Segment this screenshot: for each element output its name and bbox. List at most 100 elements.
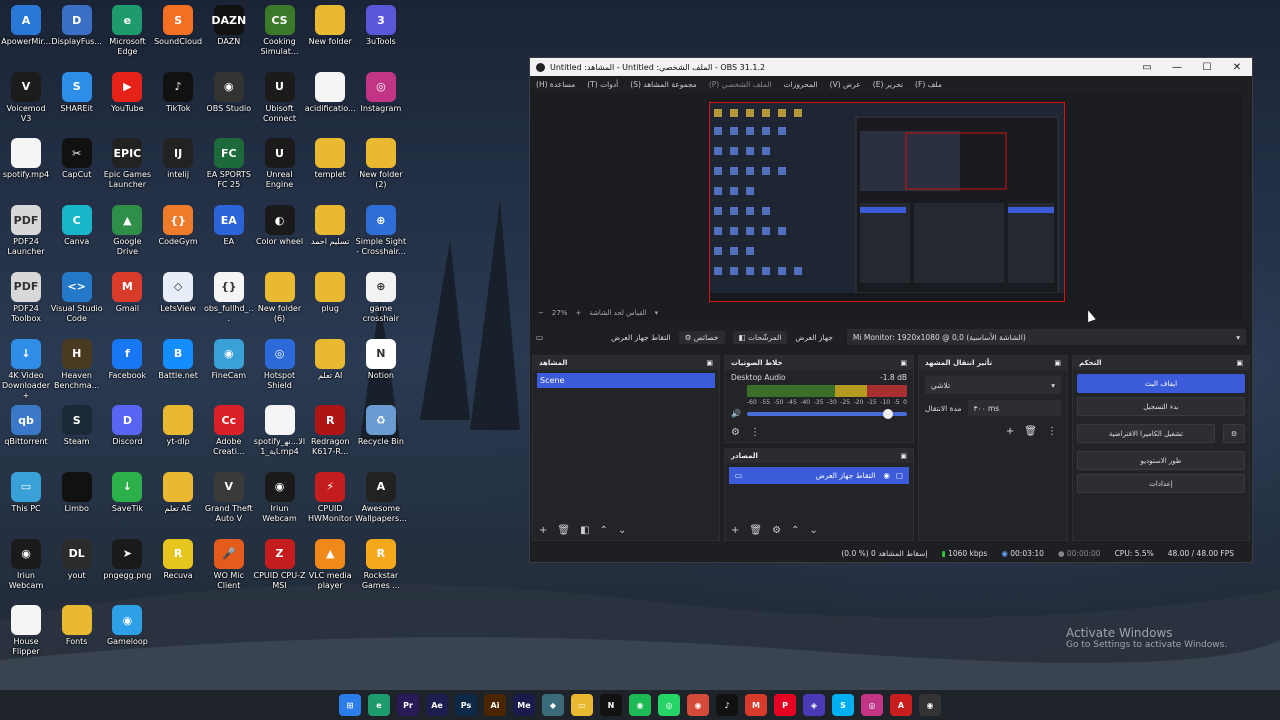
desktop-icon[interactable]: ◇ LetsView [152, 267, 204, 314]
minimize-icon[interactable]: — [1162, 62, 1192, 73]
skype-icon[interactable]: S [832, 694, 854, 716]
desktop-icon[interactable]: Z CPUID CPU-Z MSI [254, 534, 306, 591]
mixer-menu-icon[interactable]: ⋮ [750, 427, 760, 438]
desktop-icon[interactable]: V Grand Theft Auto V [203, 467, 255, 524]
desktop-icon[interactable]: B Battle.net [152, 334, 204, 381]
desktop-icon[interactable]: DAZN DAZN [203, 0, 255, 47]
transition-menu-icon[interactable]: ⋮ [1047, 426, 1057, 437]
desktop-icon[interactable]: R Recuva [152, 534, 204, 581]
desktop-icon[interactable]: {} CodeGym [152, 200, 204, 247]
desktop-icon[interactable]: Fonts [51, 600, 103, 647]
game-icon[interactable]: ◈ [803, 694, 825, 716]
premiere-icon[interactable]: Pr [397, 694, 419, 716]
desktop-icon[interactable]: ♪ TikTok [152, 67, 204, 114]
aftereffects-icon[interactable]: Ae [426, 694, 448, 716]
desktop-icon[interactable]: f Facebook [101, 334, 153, 381]
maximize-icon[interactable]: ☐ [1192, 62, 1222, 73]
app-icon[interactable]: ◆ [542, 694, 564, 716]
desktop-icon[interactable]: ◉ Gameloop [101, 600, 153, 647]
desktop-icon[interactable]: ◎ Instagram [355, 67, 407, 114]
desktop-icon[interactable]: EA EA [203, 200, 255, 247]
gear-icon[interactable]: ⚙ [1223, 424, 1245, 443]
explorer-icon[interactable]: ▭ [571, 694, 593, 716]
menu-view[interactable]: عرض (V) [830, 80, 861, 89]
desktop-icon[interactable]: D Discord [101, 400, 153, 447]
gmail-icon[interactable]: M [745, 694, 767, 716]
delete-transition-icon[interactable]: 🗑 [1024, 426, 1037, 437]
dock-float-icon[interactable]: ▣ [706, 359, 713, 367]
device-select[interactable]: Mi Monitor: 1920x1080 @ 0,0 (الشاشة الأس… [846, 329, 1246, 345]
dock-float-icon[interactable]: ▣ [1236, 359, 1243, 367]
desktop-icon[interactable]: تعلم AI [304, 334, 356, 381]
desktop-icon[interactable]: New folder (2) [355, 133, 407, 190]
desktop-icon[interactable]: ▲ Google Drive [101, 200, 153, 257]
volume-slider-handle[interactable] [882, 408, 893, 419]
tiktok-icon[interactable]: ♪ [716, 694, 738, 716]
illustrator-icon[interactable]: Ai [484, 694, 506, 716]
photoshop-icon[interactable]: Ps [455, 694, 477, 716]
desktop-icon[interactable]: U Ubisoft Connect [254, 67, 306, 124]
move-up-icon[interactable]: ⌃ [600, 525, 608, 536]
chrome-icon[interactable]: ◉ [687, 694, 709, 716]
scale-to-window-label[interactable]: القياس لحد الشاشة [589, 309, 646, 317]
menu-docks[interactable]: المحروزات [784, 80, 818, 89]
menu-file[interactable]: ملف (F) [915, 80, 942, 89]
desktop-icon[interactable]: ▭ This PC [0, 467, 52, 514]
move-down-icon[interactable]: ⌄ [618, 525, 626, 536]
desktop-icon[interactable]: ◎ Hotspot Shield [254, 334, 306, 391]
desktop-icon[interactable]: acidificatio... [304, 67, 356, 114]
move-up-icon[interactable]: ⌃ [791, 525, 799, 536]
desktop-icon[interactable]: templet [304, 133, 356, 180]
desktop-icon[interactable]: V Voicemod V3 [0, 67, 52, 124]
delete-scene-icon[interactable]: 🗑 [557, 525, 570, 536]
desktop-icon[interactable]: ⚡ CPUID HWMonitor [304, 467, 356, 524]
desktop-icon[interactable]: ◉ Iriun Webcam [254, 467, 306, 524]
desktop-icon[interactable]: House Flipper [0, 600, 52, 657]
desktop-icon[interactable]: ↓ 4K Video Downloader+ [0, 334, 52, 401]
move-down-icon[interactable]: ⌄ [809, 525, 817, 536]
desktop-icon[interactable]: plug [304, 267, 356, 314]
instagram-icon[interactable]: ◎ [861, 694, 883, 716]
spotify-icon[interactable]: ◉ [629, 694, 651, 716]
desktop-icon[interactable]: spotify_الا...نهاية_1.mp4 [254, 400, 306, 457]
desktop-icon[interactable]: <> Visual Studio Code [51, 267, 103, 324]
speaker-icon[interactable]: 🔊 [731, 409, 741, 418]
desktop-icon[interactable]: ◉ OBS Studio [203, 67, 255, 114]
desktop-icon[interactable]: ➤ pngegg.png [101, 534, 153, 581]
eye-icon[interactable]: ◉ [883, 471, 890, 480]
window-extra-icon[interactable]: ▭ [1132, 62, 1162, 73]
desktop-icon[interactable]: New folder (6) [254, 267, 306, 324]
desktop-icon[interactable]: ⊕ game crosshair [355, 267, 407, 324]
desktop-icon[interactable]: A ApowerMir... [0, 0, 52, 47]
desktop-icon[interactable]: {} obs_fullhd_... [203, 267, 255, 324]
desktop-icon[interactable]: FC EA SPORTS FC 25 [203, 133, 255, 190]
desktop-icon[interactable]: ✂ CapCut [51, 133, 103, 180]
desktop-icon[interactable]: IJ intelij [152, 133, 204, 180]
desktop-icon[interactable]: تعلم AE [152, 467, 204, 514]
desktop-icon[interactable]: ♻ Recycle Bin [355, 400, 407, 447]
desktop-icon[interactable]: N Notion [355, 334, 407, 381]
netflix-icon[interactable]: N [600, 694, 622, 716]
obs-icon[interactable]: ◉ [919, 694, 941, 716]
zoom-out-button[interactable]: − [538, 309, 544, 317]
scene-item[interactable]: Scene [537, 373, 715, 388]
desktop-icon[interactable]: 🎤 WO Mic Client [203, 534, 255, 591]
desktop-icon[interactable]: ◉ FineCam [203, 334, 255, 381]
desktop-icon[interactable]: ↓ SaveTik [101, 467, 153, 514]
stop-streaming-button[interactable]: ايقاف البث [1077, 374, 1245, 393]
preview-display-capture[interactable] [709, 102, 1065, 302]
desktop-icon[interactable]: R Rockstar Games ... [355, 534, 407, 591]
desktop-icon[interactable]: ⊕ Simple Sight - Crosshair... [355, 200, 407, 257]
desktop-icon[interactable]: ▲ VLC media player [304, 534, 356, 591]
desktop-icon[interactable]: CS Cooking Simulat... [254, 0, 306, 57]
scene-filter-icon[interactable]: ◧ [580, 525, 589, 536]
zoom-in-button[interactable]: + [575, 309, 581, 317]
start-virtual-camera-button[interactable]: تشغيل الكاميرا الافتراضية [1077, 424, 1215, 443]
desktop-icon[interactable]: تسليم احمد [304, 200, 356, 247]
delete-source-icon[interactable]: 🗑 [749, 525, 762, 536]
desktop-icon[interactable]: M Gmail [101, 267, 153, 314]
desktop-icon[interactable]: yt-dlp [152, 400, 204, 447]
add-transition-icon[interactable]: + [1006, 426, 1014, 437]
edge-icon[interactable]: e [368, 694, 390, 716]
volume-slider[interactable] [746, 408, 907, 419]
